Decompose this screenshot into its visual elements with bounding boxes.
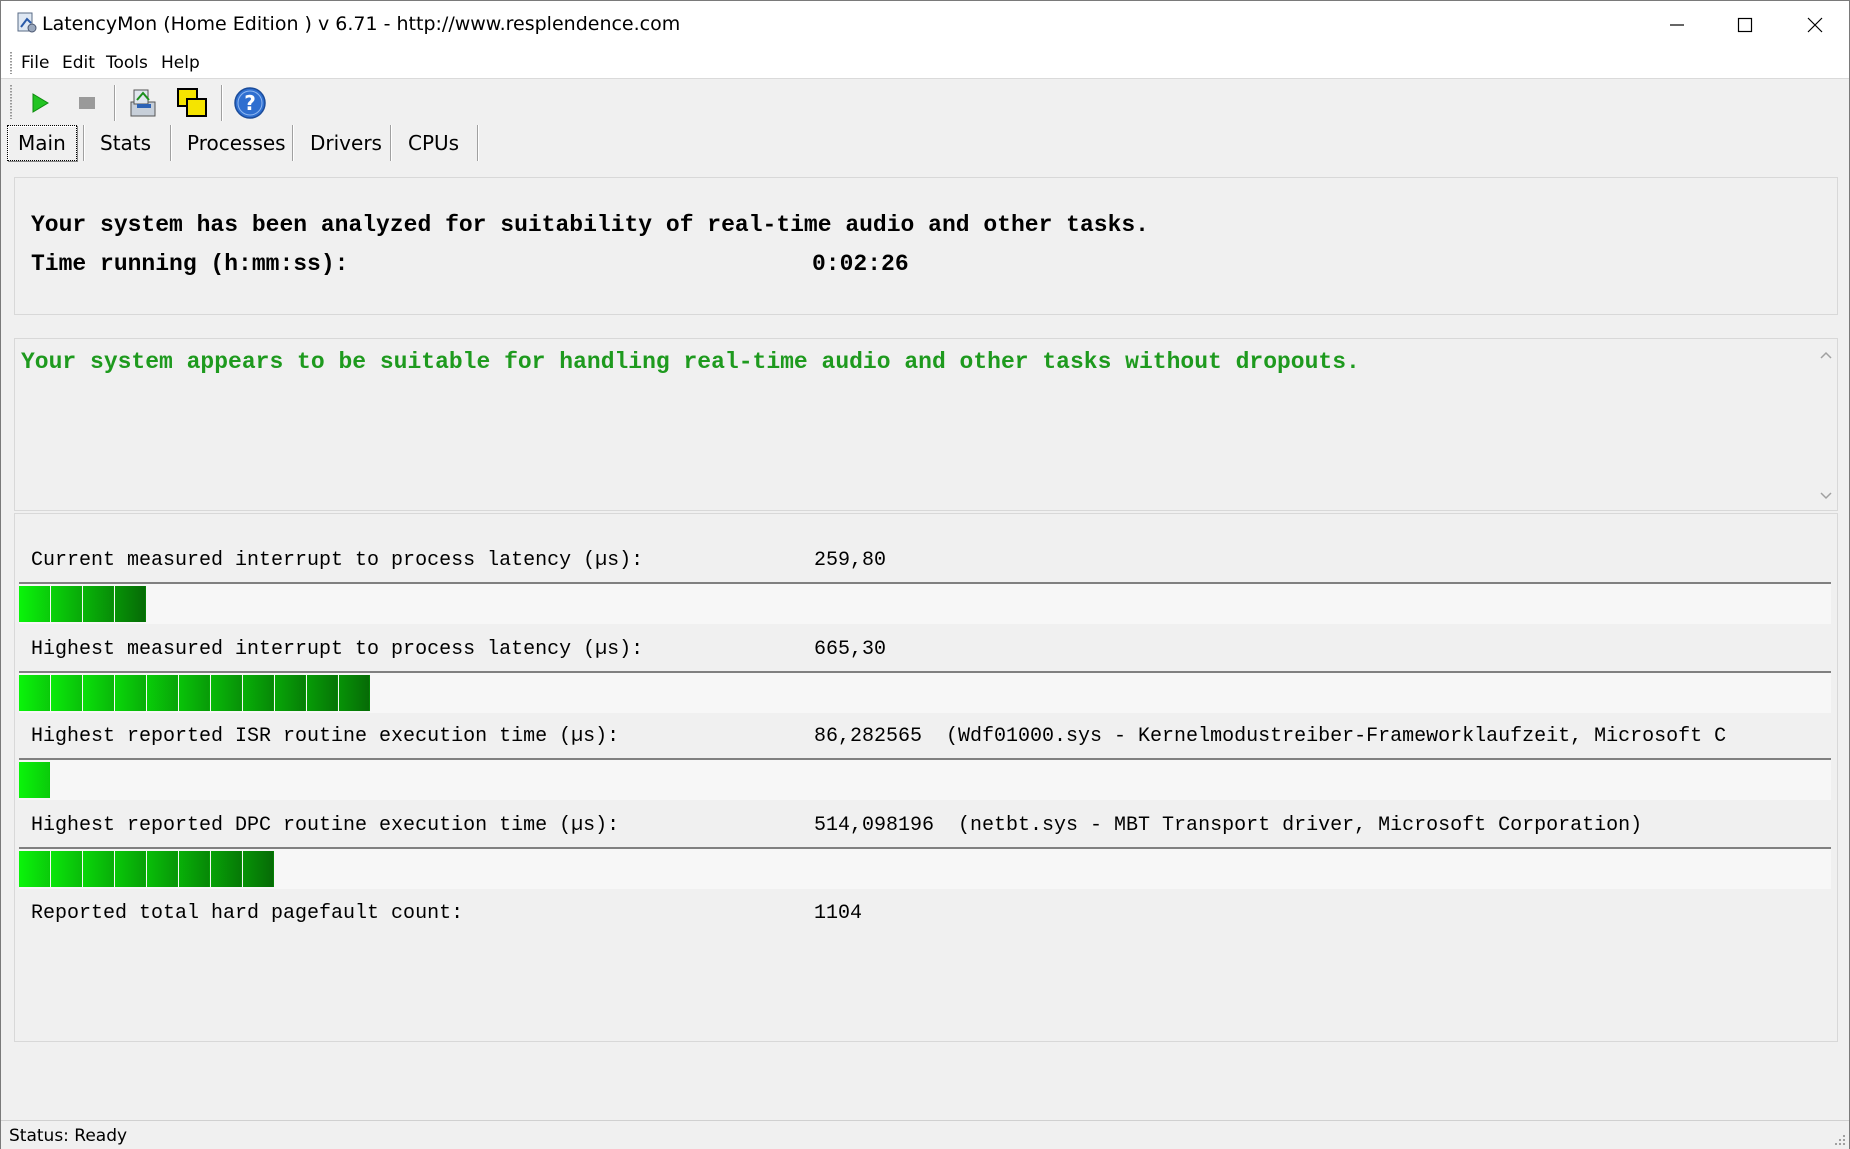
metric-label: Highest measured interrupt to process la… [31, 638, 644, 661]
app-window: LatencyMon (Home Edition ) v 6.71 - http… [0, 0, 1850, 1149]
menu-edit[interactable]: Edit [62, 53, 95, 73]
metric-value: 1104 [814, 902, 863, 925]
tab-separator [170, 125, 172, 161]
close-button[interactable] [1781, 1, 1849, 48]
metric-value: 514,098196 (netbt.sys - MBT Transport dr… [814, 814, 1643, 837]
latency-bar-segment [147, 675, 178, 711]
status-bar: Status: Ready [1, 1120, 1849, 1149]
toolbar-separator [221, 85, 223, 121]
latency-bar [19, 582, 1831, 624]
play-icon [32, 93, 49, 113]
toolbar: ? [1, 79, 1849, 125]
latency-bar-segment [179, 675, 210, 711]
menu-grip [10, 52, 12, 74]
help-icon: ? [234, 87, 266, 119]
tab-drivers[interactable]: Drivers [300, 125, 392, 161]
resize-grip-icon[interactable] [1832, 1132, 1846, 1146]
verdict-panel: Your system appears to be suitable for h… [14, 338, 1838, 511]
title-bar: LatencyMon (Home Edition ) v 6.71 - http… [1, 1, 1849, 48]
maximize-button[interactable] [1711, 1, 1779, 48]
tab-separator [390, 125, 392, 161]
tab-separator [477, 125, 479, 161]
menu-file[interactable]: File [21, 53, 49, 73]
close-icon [1807, 17, 1823, 32]
latency-bar-fill [19, 762, 51, 798]
start-button[interactable] [21, 85, 59, 121]
latency-bar-segment [307, 675, 338, 711]
menu-tools[interactable]: Tools [106, 53, 148, 73]
menu-help[interactable]: Help [161, 53, 200, 73]
time-running-label: Time running (h:mm:ss): [31, 251, 349, 277]
toolbar-grip [10, 85, 12, 119]
metric-label: Highest reported DPC routine execution t… [31, 814, 620, 837]
tab-bar: Main Stats Processes Drivers CPUs [1, 125, 1849, 163]
minimize-button[interactable] [1643, 1, 1711, 48]
maximize-icon [1737, 17, 1753, 32]
tab-separator [292, 125, 294, 161]
menu-bar: File Edit Tools Help [1, 48, 1849, 79]
windows-button[interactable] [173, 85, 211, 121]
latency-bar-segment [115, 675, 146, 711]
summary-panel: Your system has been analyzed for suitab… [14, 177, 1838, 315]
scroll-up-icon[interactable] [1820, 351, 1832, 359]
latency-bar-segment [115, 586, 146, 622]
latency-bar-segment [211, 675, 242, 711]
latency-bar-segment [275, 675, 306, 711]
verdict-scrollbar[interactable] [1815, 339, 1837, 510]
status-text: Status: Ready [9, 1126, 128, 1146]
app-icon [17, 12, 37, 33]
latency-bar-segment [243, 675, 274, 711]
help-button[interactable]: ? [231, 85, 269, 121]
svg-text:?: ? [244, 91, 256, 115]
latency-bar [19, 671, 1831, 713]
analyze-button[interactable] [125, 85, 163, 121]
window-title: LatencyMon (Home Edition ) v 6.71 - http… [42, 13, 681, 35]
latency-bar-segment [19, 851, 50, 887]
latency-bar-fill [19, 675, 371, 711]
scroll-down-icon[interactable] [1820, 492, 1832, 500]
latency-bar [19, 758, 1831, 800]
metric-label: Current measured interrupt to process la… [31, 549, 644, 572]
windows-icon [177, 88, 207, 117]
tab-processes[interactable]: Processes [177, 125, 296, 161]
latency-bar-segment [83, 675, 114, 711]
metrics-panel: Current measured interrupt to process la… [14, 513, 1838, 1042]
metric-value: 259,80 [814, 549, 887, 572]
latency-bar-segment [51, 586, 82, 622]
latency-bar-segment [51, 851, 82, 887]
tab-stats[interactable]: Stats [90, 125, 161, 161]
latency-bar-fill [19, 851, 275, 887]
latency-bar-segment [83, 851, 114, 887]
toolbar-separator [114, 85, 116, 121]
stop-icon [79, 97, 95, 109]
latency-bar-segment [147, 851, 178, 887]
metric-label: Highest reported ISR routine execution t… [31, 725, 620, 748]
latency-bar-segment [19, 762, 50, 798]
minimize-icon [1670, 23, 1684, 26]
latency-bar-segment [179, 851, 210, 887]
analyze-icon [130, 89, 156, 117]
latency-bar-segment [19, 586, 50, 622]
tab-cpus[interactable]: CPUs [398, 125, 469, 161]
metric-label: Reported total hard pagefault count: [31, 902, 464, 925]
time-running-value: 0:02:26 [812, 251, 909, 277]
tab-main[interactable]: Main [7, 125, 77, 161]
latency-bar-segment [243, 851, 274, 887]
verdict-text: Your system appears to be suitable for h… [21, 349, 1360, 375]
metric-value: 86,282565 (Wdf01000.sys - Kernelmodustre… [814, 725, 1727, 748]
latency-bar-segment [83, 586, 114, 622]
stop-button[interactable] [68, 85, 106, 121]
latency-bar-segment [51, 675, 82, 711]
latency-bar [19, 847, 1831, 889]
latency-bar-segment [19, 675, 50, 711]
latency-bar-segment [339, 675, 370, 711]
latency-bar-fill [19, 586, 147, 622]
metric-value: 665,30 [814, 638, 887, 661]
tab-separator [83, 125, 85, 161]
latency-bar-segment [115, 851, 146, 887]
summary-text: Your system has been analyzed for suitab… [31, 212, 1149, 238]
latency-bar-segment [211, 851, 242, 887]
